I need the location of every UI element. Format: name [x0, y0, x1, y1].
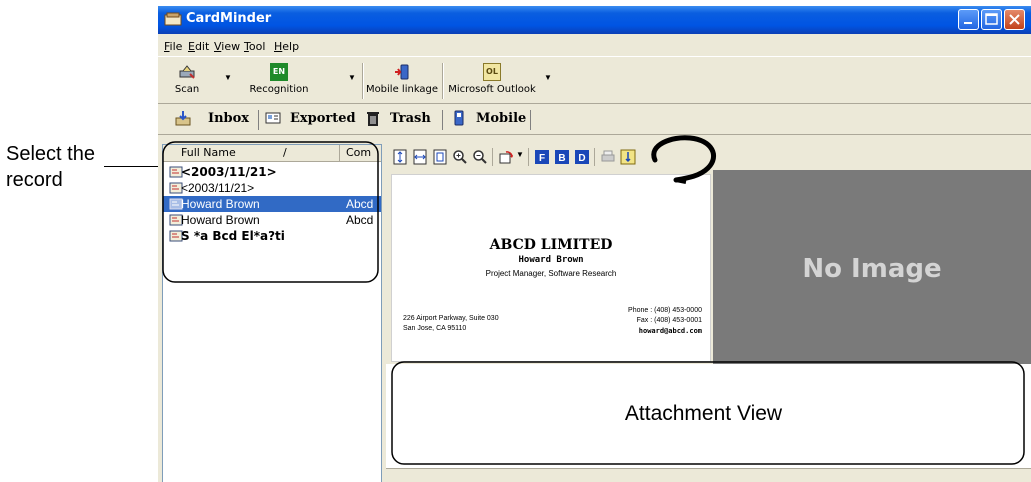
record-highlight-box — [162, 141, 379, 283]
attachment-button-circle — [651, 135, 716, 183]
circle-tail — [675, 178, 687, 184]
attachment-highlight-box — [391, 361, 1025, 465]
annotation-overlay — [162, 135, 1025, 465]
